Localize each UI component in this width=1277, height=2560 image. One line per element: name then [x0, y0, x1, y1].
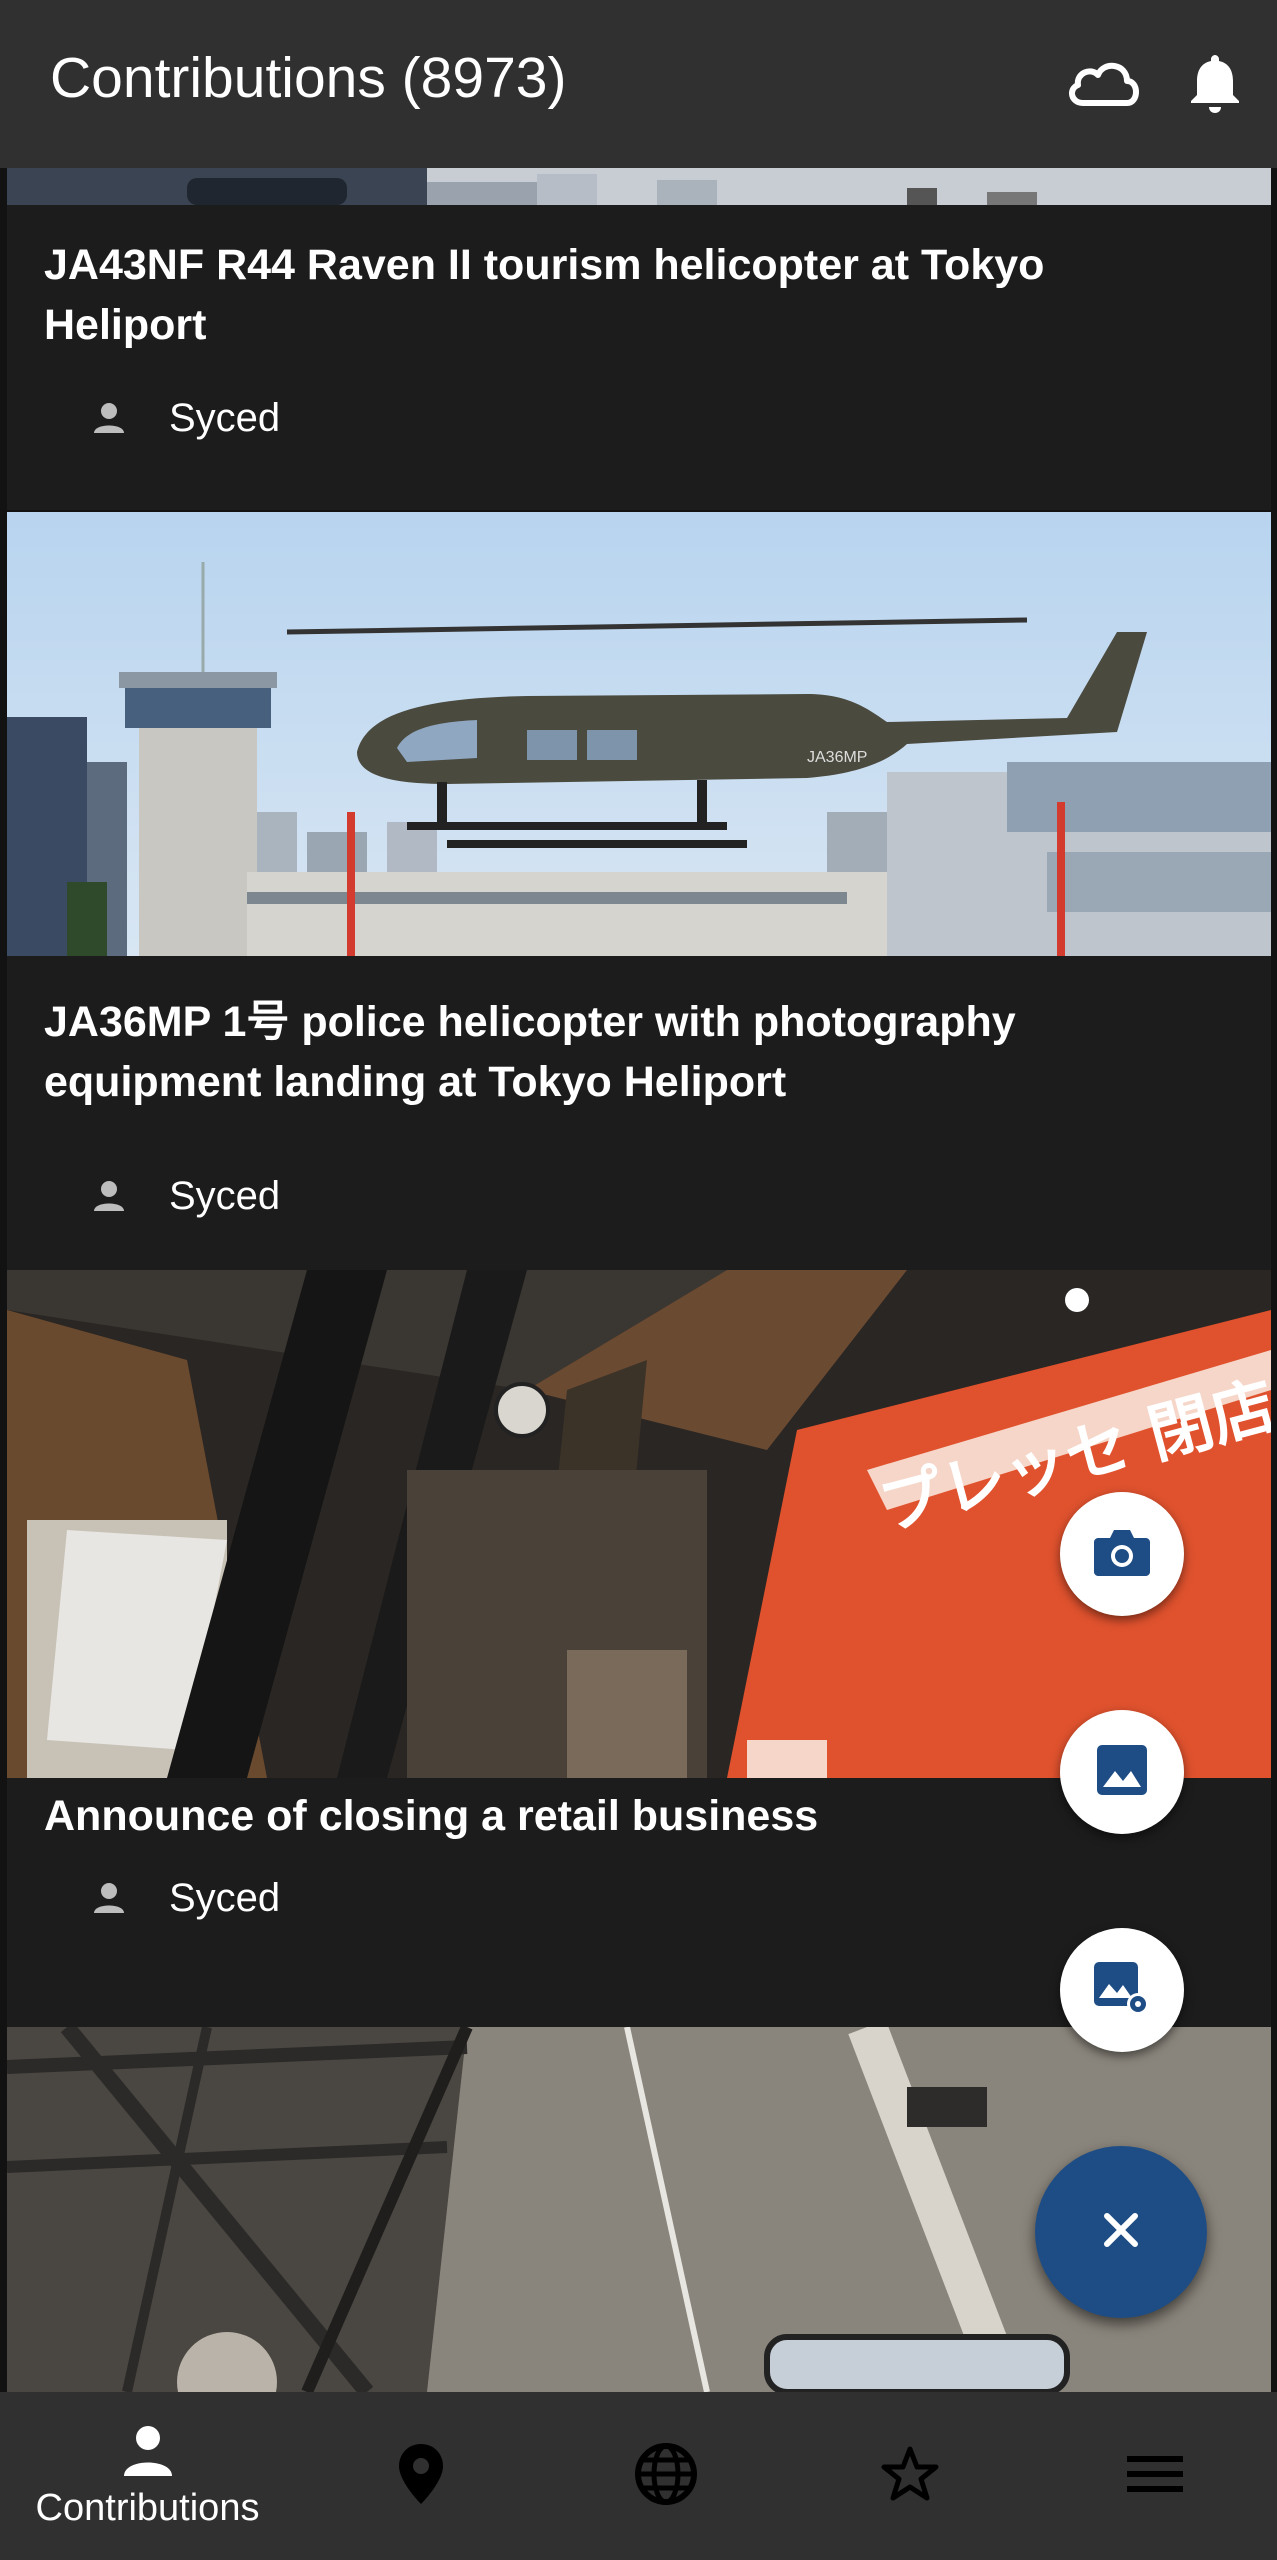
- star-icon: [880, 2445, 940, 2508]
- contribution-card[interactable]: JA36MP: [7, 512, 1271, 956]
- custom-picker-button[interactable]: [1060, 1928, 1184, 2052]
- image-picker-icon: [1092, 1958, 1152, 2023]
- person-icon: [120, 2422, 176, 2483]
- card-author: Syced: [87, 1168, 280, 1224]
- card-title: JA43NF R44 Raven II tourism helicopter a…: [44, 241, 1045, 349]
- police-helicopter-photo: JA36MP: [7, 512, 1271, 956]
- image-icon: [1095, 1743, 1149, 1802]
- nav-nearby[interactable]: [293, 2392, 548, 2560]
- author-name: Syced: [169, 1173, 281, 1218]
- nav-bookmarks[interactable]: [782, 2392, 1037, 2560]
- close-icon: [1101, 2210, 1141, 2255]
- card-title: JA36MP 1号 police helicopter with photogr…: [44, 998, 1016, 1106]
- menu-icon: [1125, 2454, 1185, 2499]
- card-author: Syced: [87, 1870, 280, 1926]
- registration-text: JA36MP: [807, 749, 867, 766]
- nav-label: Contributions: [35, 2487, 260, 2529]
- app-bar: Contributions (8973): [0, 0, 1277, 168]
- camera-button[interactable]: [1060, 1492, 1184, 1616]
- user-icon: [87, 396, 131, 440]
- camera-icon: [1092, 1526, 1152, 1583]
- user-icon: [87, 1876, 131, 1920]
- bottom-navigation: Contributions: [0, 2392, 1277, 2560]
- card-title: Announce of closing a retail business: [44, 1792, 819, 1840]
- globe-icon: [634, 2442, 698, 2511]
- author-name: Syced: [169, 1875, 281, 1920]
- nav-more[interactable]: [1027, 2392, 1277, 2560]
- author-name: Syced: [169, 395, 281, 440]
- contributions-feed[interactable]: JA43NF R44 Raven II tourism helicopter a…: [0, 168, 1277, 2392]
- gallery-button[interactable]: [1060, 1710, 1184, 1834]
- map-pin-icon: [397, 2442, 445, 2511]
- nav-contributions[interactable]: Contributions: [20, 2392, 275, 2560]
- helicopter-r44-photo: [7, 168, 1271, 205]
- card-author: Syced: [87, 390, 280, 446]
- user-icon: [87, 1174, 131, 1218]
- cloud-icon[interactable]: [1060, 40, 1146, 126]
- nav-explore[interactable]: [538, 2392, 793, 2560]
- close-fab-button[interactable]: [1035, 2146, 1207, 2318]
- bell-icon[interactable]: [1172, 40, 1258, 126]
- page-title: Contributions (8973): [50, 46, 567, 110]
- contribution-card[interactable]: JA43NF R44 Raven II tourism helicopter a…: [7, 168, 1271, 510]
